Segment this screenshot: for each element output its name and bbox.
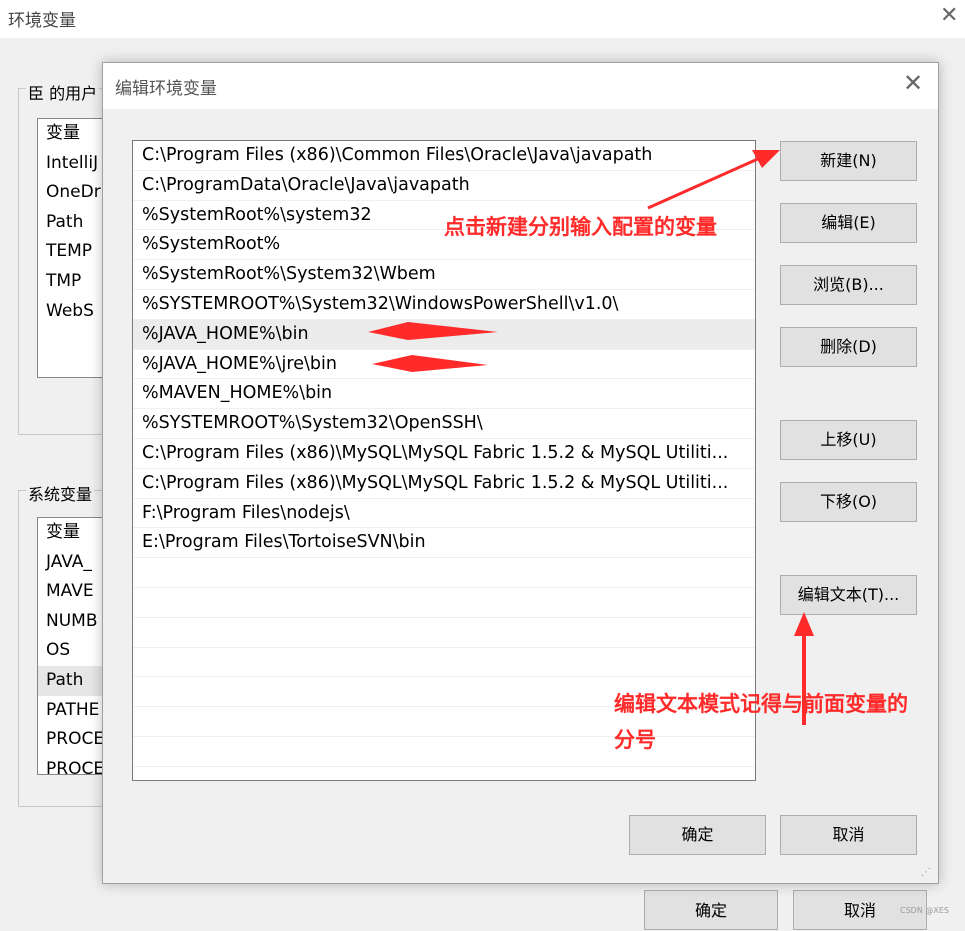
system-variable-row[interactable]: NUMB bbox=[38, 607, 108, 637]
empty-row[interactable] bbox=[133, 767, 755, 780]
system-variables-group-label: 系统变量 bbox=[26, 481, 95, 505]
user-variables-list[interactable]: 变量 IntelliJ OneDr Path TEMP TMP WebS bbox=[37, 118, 109, 378]
path-row-5[interactable]: %SystemRoot%\System32\Wbem bbox=[133, 260, 755, 290]
edit-env-var-dialog: 编辑环境变量 ✕ C:\Program Files (x86)\Common F… bbox=[102, 62, 939, 884]
system-variable-row[interactable]: Path bbox=[38, 665, 108, 696]
dialog-titlebar bbox=[103, 63, 938, 109]
empty-row[interactable] bbox=[133, 737, 755, 767]
dialog-close-icon[interactable]: ✕ bbox=[903, 69, 923, 97]
system-variable-row[interactable]: JAVA_ bbox=[38, 548, 108, 578]
user-variable-row[interactable]: WebS bbox=[38, 297, 108, 327]
system-variables-list[interactable]: 变量 JAVA_ MAVE NUMB OS Path PATHE PROCE PROCE bbox=[37, 517, 109, 775]
system-variable-row[interactable]: MAVE bbox=[38, 577, 108, 607]
user-variables-group-label: 臣 的用户 bbox=[26, 80, 100, 104]
path-row-6[interactable]: %SYSTEMROOT%\System32\WindowsPowerShell\… bbox=[133, 290, 755, 320]
user-variable-row[interactable]: Path bbox=[38, 208, 108, 238]
path-row-7[interactable]: %JAVA_HOME%\bin bbox=[133, 319, 755, 350]
path-row-12[interactable]: C:\Program Files (x86)\MySQL\MySQL Fabri… bbox=[133, 469, 755, 499]
path-row-9[interactable]: %MAVEN_HOME%\bin bbox=[133, 379, 755, 410]
path-row-8[interactable]: %JAVA_HOME%\jre\bin bbox=[133, 350, 755, 380]
empty-row[interactable] bbox=[133, 558, 755, 588]
outer-titlebar bbox=[0, 0, 965, 38]
path-row-14[interactable]: E:\Program Files\TortoiseSVN\bin bbox=[133, 528, 755, 559]
new-button[interactable]: 新建(N) bbox=[780, 141, 917, 181]
system-variable-row[interactable]: PROCE bbox=[38, 725, 108, 755]
path-row-13[interactable]: F:\Program Files\nodejs\ bbox=[133, 499, 755, 529]
empty-row[interactable] bbox=[133, 618, 755, 648]
outer-ok-button[interactable]: 确定 bbox=[644, 890, 778, 930]
user-variable-row[interactable]: TMP bbox=[38, 267, 108, 297]
dialog-ok-button[interactable]: 确定 bbox=[629, 815, 766, 855]
annotation-edit-text-hint-2: 分号 bbox=[614, 728, 656, 752]
system-variable-row[interactable]: OS bbox=[38, 636, 108, 666]
browse-button[interactable]: 浏览(B)... bbox=[780, 265, 917, 305]
outer-window-title: 环境变量 bbox=[8, 11, 76, 31]
move-down-button[interactable]: 下移(O) bbox=[780, 482, 917, 522]
user-variable-row[interactable]: IntelliJ bbox=[38, 149, 108, 179]
user-variable-row[interactable]: OneDr bbox=[38, 178, 108, 208]
path-row-2[interactable]: C:\ProgramData\Oracle\Java\javapath bbox=[133, 171, 755, 201]
resize-grip-icon[interactable]: ⋰ bbox=[921, 867, 931, 878]
dialog-cancel-button[interactable]: 取消 bbox=[780, 815, 917, 855]
user-variable-row[interactable]: TEMP bbox=[38, 237, 108, 267]
system-variable-row[interactable]: 变量 bbox=[38, 518, 108, 548]
empty-row[interactable] bbox=[133, 588, 755, 618]
edit-button[interactable]: 编辑(E) bbox=[780, 203, 917, 243]
path-row-1[interactable]: C:\Program Files (x86)\Common Files\Orac… bbox=[133, 141, 755, 171]
annotation-edit-text-hint-1: 编辑文本模式记得与前面变量的 bbox=[614, 692, 908, 716]
outer-close-icon[interactable]: ✕ bbox=[940, 3, 958, 28]
empty-row[interactable] bbox=[133, 648, 755, 678]
delete-button[interactable]: 删除(D) bbox=[780, 327, 917, 367]
annotation-new-hint: 点击新建分别输入配置的变量 bbox=[444, 215, 717, 239]
path-row-11[interactable]: C:\Program Files (x86)\MySQL\MySQL Fabri… bbox=[133, 439, 755, 469]
system-variable-row[interactable]: PROCE bbox=[38, 755, 108, 774]
watermark: CSDN @XES bbox=[900, 906, 949, 915]
system-variable-row[interactable]: PATHE bbox=[38, 696, 108, 726]
path-row-10[interactable]: %SYSTEMROOT%\System32\OpenSSH\ bbox=[133, 409, 755, 439]
dialog-title: 编辑环境变量 bbox=[115, 79, 217, 99]
move-up-button[interactable]: 上移(U) bbox=[780, 420, 917, 460]
edit-text-button[interactable]: 编辑文本(T)... bbox=[780, 575, 917, 615]
user-variable-row[interactable]: 变量 bbox=[38, 119, 108, 149]
